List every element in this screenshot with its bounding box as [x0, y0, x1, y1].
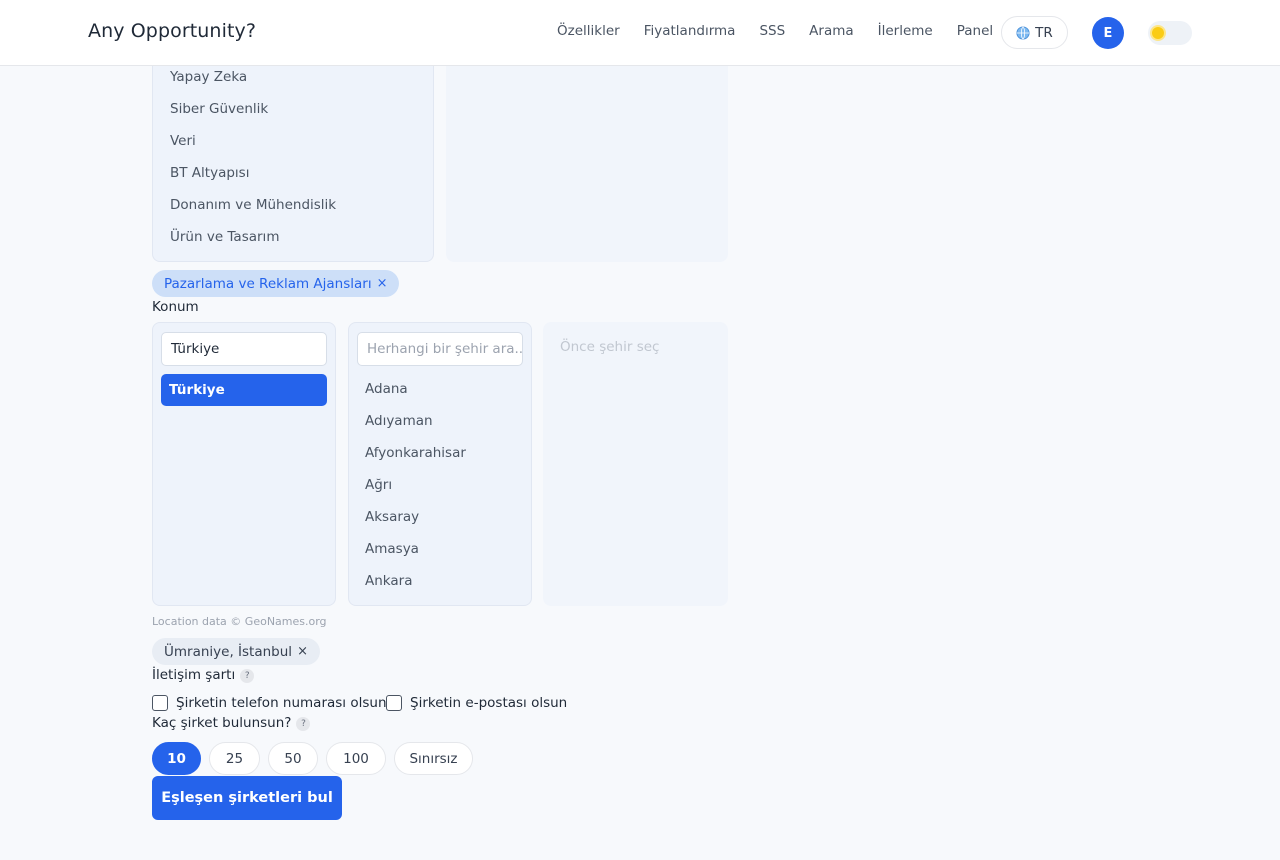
company-count-label: Kaç şirket bulunsun??: [152, 715, 311, 731]
nav-pricing[interactable]: Fiyatlandırma: [644, 23, 736, 39]
city-item[interactable]: Ankara: [365, 573, 466, 605]
city-item[interactable]: Aksaray: [365, 509, 466, 541]
district-placeholder: Önce şehir seç: [560, 339, 660, 355]
contact-label-text: İletişim şartı: [152, 667, 236, 683]
email-checkbox-row[interactable]: Şirketin e-postası olsun: [386, 695, 567, 711]
top-navbar: Any Opportunity? Özellikler Fiyatlandırm…: [0, 0, 1280, 66]
selected-location-chip: Ümraniye, İstanbul ×: [152, 638, 320, 665]
globe-icon: [1016, 25, 1030, 40]
main-nav: Özellikler Fiyatlandırma SSS Arama İlerl…: [557, 23, 993, 39]
sun-icon: [1152, 27, 1164, 39]
category-item[interactable]: Ürün ve Tasarım: [170, 229, 336, 261]
contact-requirement-label: İletişim şartı?: [152, 667, 255, 683]
category-item[interactable]: BT Altyapısı: [170, 165, 336, 197]
chip-label: Ümraniye, İstanbul: [164, 643, 293, 660]
location-label: Konum: [152, 299, 199, 315]
nav-progress[interactable]: İlerleme: [878, 23, 933, 39]
category-item[interactable]: Donanım ve Mühendislik: [170, 197, 336, 229]
email-checkbox-label: Şirketin e-postası olsun: [410, 695, 568, 711]
category-item[interactable]: Yapay Zeka: [170, 69, 336, 101]
category-item[interactable]: Siber Güvenlik: [170, 101, 336, 133]
geonames-credit: Location data © GeoNames.org: [152, 615, 327, 628]
chip-label: Pazarlama ve Reklam Ajansları: [164, 275, 372, 292]
user-avatar[interactable]: E: [1092, 17, 1124, 49]
nav-dashboard[interactable]: Panel: [957, 23, 993, 39]
category-list: Yapay Zeka Siber Güvenlik Veri BT Altyap…: [170, 69, 336, 261]
theme-toggle[interactable]: [1148, 21, 1192, 45]
count-option-25[interactable]: 25: [209, 742, 260, 775]
city-item[interactable]: Amasya: [365, 541, 466, 573]
count-option-unlimited[interactable]: Sınırsız: [394, 742, 473, 775]
close-icon[interactable]: ×: [297, 644, 308, 659]
category-item[interactable]: Veri: [170, 133, 336, 165]
close-icon[interactable]: ×: [377, 276, 388, 291]
country-option-selected[interactable]: Türkiye: [161, 374, 327, 406]
category-list-panel: Yapay Zeka Siber Güvenlik Veri BT Altyap…: [152, 40, 434, 262]
district-panel: Önce şehir seç: [543, 322, 728, 606]
city-item[interactable]: Adana: [365, 381, 466, 413]
language-button[interactable]: TR: [1001, 16, 1068, 49]
city-list: Adana Adıyaman Afyonkarahisar Ağrı Aksar…: [365, 381, 466, 605]
help-icon[interactable]: ?: [296, 717, 311, 731]
count-option-100[interactable]: 100: [326, 742, 386, 775]
city-panel: Herhangi bir şehir ara... Adana Adıyaman…: [348, 322, 532, 606]
email-checkbox[interactable]: [386, 695, 402, 711]
selected-category-chip: Pazarlama ve Reklam Ajansları ×: [152, 270, 400, 297]
phone-checkbox[interactable]: [152, 695, 168, 711]
subcategory-panel: [446, 40, 728, 262]
brand-logo[interactable]: Any Opportunity?: [88, 20, 256, 42]
city-item[interactable]: Ağrı: [365, 477, 466, 509]
find-companies-button[interactable]: Eşleşen şirketleri bul: [152, 776, 342, 820]
city-item[interactable]: Adıyaman: [365, 413, 466, 445]
language-code: TR: [1035, 24, 1053, 41]
count-option-50[interactable]: 50: [268, 742, 318, 775]
count-label-text: Kaç şirket bulunsun?: [152, 715, 292, 731]
phone-checkbox-label: Şirketin telefon numarası olsun: [176, 695, 387, 711]
phone-checkbox-row[interactable]: Şirketin telefon numarası olsun: [152, 695, 387, 711]
nav-features[interactable]: Özellikler: [557, 23, 620, 39]
count-option-10[interactable]: 10: [152, 742, 201, 775]
nav-faq[interactable]: SSS: [759, 23, 785, 39]
nav-search[interactable]: Arama: [809, 23, 853, 39]
country-panel: Türkiye Türkiye: [152, 322, 336, 606]
city-item[interactable]: Afyonkarahisar: [365, 445, 466, 477]
city-search-input[interactable]: Herhangi bir şehir ara...: [357, 332, 523, 366]
country-search-input[interactable]: Türkiye: [161, 332, 327, 366]
help-icon[interactable]: ?: [240, 669, 255, 683]
